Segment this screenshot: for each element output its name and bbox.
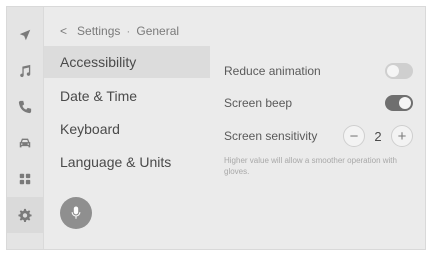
rail-phone[interactable]: [7, 89, 43, 125]
decrease-button[interactable]: −: [343, 125, 365, 147]
rail-music[interactable]: [7, 53, 43, 89]
microphone-icon: [71, 206, 81, 219]
screen-beep-toggle[interactable]: [385, 95, 413, 111]
breadcrumb: < Settings · General: [60, 23, 179, 39]
screen-sensitivity-row: Screen sensitivity − 2 +: [224, 123, 413, 149]
gear-icon: [18, 208, 32, 222]
increase-button[interactable]: +: [391, 125, 413, 147]
breadcrumb-separator: ·: [126, 24, 131, 38]
screen-sensitivity-label: Screen sensitivity: [224, 129, 318, 143]
sensitivity-stepper: − 2 +: [343, 125, 413, 147]
menu-item-label: Language & Units: [60, 154, 172, 170]
side-rail: [7, 7, 44, 249]
menu-item-label: Accessibility: [60, 54, 137, 70]
reduce-animation-label: Reduce animation: [224, 64, 321, 78]
menu-item-date-time[interactable]: Date & Time: [44, 80, 210, 112]
sensitivity-hint: Higher value will allow a smoother opera…: [224, 156, 397, 176]
sensitivity-value: 2: [374, 128, 382, 144]
car-icon: [19, 138, 31, 148]
settings-panel: Reduce animation Screen beep Screen sens…: [210, 7, 425, 249]
menu-item-label: Date & Time: [60, 88, 138, 104]
breadcrumb-parent[interactable]: Settings: [77, 24, 120, 38]
screen-beep-label: Screen beep: [224, 96, 293, 110]
voice-button[interactable]: [60, 197, 92, 229]
rail-navigation[interactable]: [7, 17, 43, 53]
menu-item-accessibility[interactable]: Accessibility: [44, 46, 210, 78]
menu-item-label: Keyboard: [60, 121, 120, 137]
settings-menu: < Settings · General Accessibility Date …: [44, 7, 210, 249]
navigation-icon: [19, 29, 31, 41]
toggle-knob: [387, 65, 399, 77]
settings-screen: < Settings · General Accessibility Date …: [6, 6, 426, 250]
rail-settings[interactable]: [7, 197, 43, 233]
rail-apps[interactable]: [7, 161, 43, 197]
reduce-animation-toggle[interactable]: [385, 63, 413, 79]
toggle-knob: [399, 97, 411, 109]
apps-icon: [19, 173, 31, 185]
rail-vehicle[interactable]: [7, 125, 43, 161]
menu-item-keyboard[interactable]: Keyboard: [44, 113, 210, 145]
music-icon: [20, 64, 31, 78]
back-chevron-icon[interactable]: <: [60, 24, 67, 38]
reduce-animation-row: Reduce animation: [224, 58, 413, 84]
breadcrumb-current: General: [136, 24, 180, 38]
phone-icon: [18, 100, 32, 114]
menu-item-language-units[interactable]: Language & Units: [44, 146, 210, 178]
screen-beep-row: Screen beep: [224, 90, 413, 116]
